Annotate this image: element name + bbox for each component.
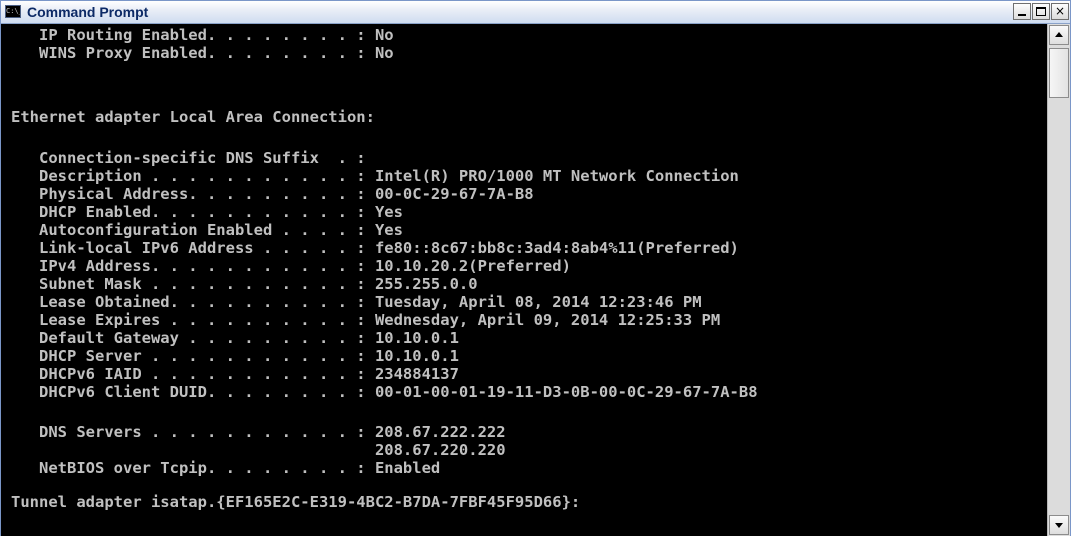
- scroll-down-arrow-icon: [1055, 523, 1063, 528]
- console-line: Autoconfiguration Enabled . . . . : Yes: [11, 221, 403, 239]
- scroll-up-button[interactable]: [1049, 25, 1069, 45]
- scroll-down-button[interactable]: [1049, 515, 1069, 535]
- console-line: NetBIOS over Tcpip. . . . . . . . : Enab…: [11, 459, 441, 477]
- console-line: DNS Servers . . . . . . . . . . . : 208.…: [11, 423, 506, 441]
- close-icon: ×: [1054, 4, 1066, 18]
- console-line: Default Gateway . . . . . . . . . : 10.1…: [11, 329, 459, 347]
- console-line: Link-local IPv6 Address . . . . . : fe80…: [11, 239, 739, 257]
- console-line: DHCP Enabled. . . . . . . . . . . : Yes: [11, 203, 403, 221]
- console-line: IPv4 Address. . . . . . . . . . . : 10.1…: [11, 257, 571, 275]
- window-title: Command Prompt: [27, 4, 149, 20]
- console-line: Description . . . . . . . . . . . : Inte…: [11, 167, 739, 185]
- console-line: Lease Obtained. . . . . . . . . . : Tues…: [11, 293, 702, 311]
- console-line: WINS Proxy Enabled. . . . . . . . : No: [11, 44, 394, 62]
- console-line: DHCPv6 Client DUID. . . . . . . . : 00-0…: [11, 383, 758, 401]
- console-line: Tunnel adapter isatap.{EF165E2C-E319-4BC…: [11, 493, 581, 511]
- maximize-button[interactable]: [1032, 3, 1050, 20]
- close-button[interactable]: ×: [1051, 3, 1069, 20]
- cmd-app-icon[interactable]: C:\_: [5, 5, 21, 18]
- scroll-up-arrow-icon: [1055, 32, 1063, 37]
- minimize-icon: [1018, 14, 1026, 16]
- minimize-button[interactable]: [1013, 3, 1031, 20]
- vertical-scrollbar[interactable]: [1047, 24, 1070, 536]
- console-line: Ethernet adapter Local Area Connection:: [11, 108, 375, 126]
- console-line: Subnet Mask . . . . . . . . . . . : 255.…: [11, 275, 478, 293]
- console-line: Lease Expires . . . . . . . . . . : Wedn…: [11, 311, 721, 329]
- console-output[interactable]: IP Routing Enabled. . . . . . . . : No W…: [1, 24, 1047, 536]
- console-line: DHCP Server . . . . . . . . . . . : 10.1…: [11, 347, 459, 365]
- command-prompt-window: C:\_ Command Prompt × IP Routing Enabled…: [0, 0, 1071, 536]
- console-line: DHCPv6 IAID . . . . . . . . . . . : 2348…: [11, 365, 459, 383]
- console-line: Connection-specific DNS Suffix . :: [11, 149, 366, 167]
- console-line: 208.67.220.220: [11, 441, 506, 459]
- scroll-thumb[interactable]: [1049, 48, 1069, 98]
- console-line: IP Routing Enabled. . . . . . . . : No: [11, 26, 394, 44]
- console-line: Physical Address. . . . . . . . . : 00-0…: [11, 185, 534, 203]
- title-bar[interactable]: C:\_ Command Prompt ×: [1, 1, 1070, 24]
- maximize-icon: [1036, 7, 1046, 16]
